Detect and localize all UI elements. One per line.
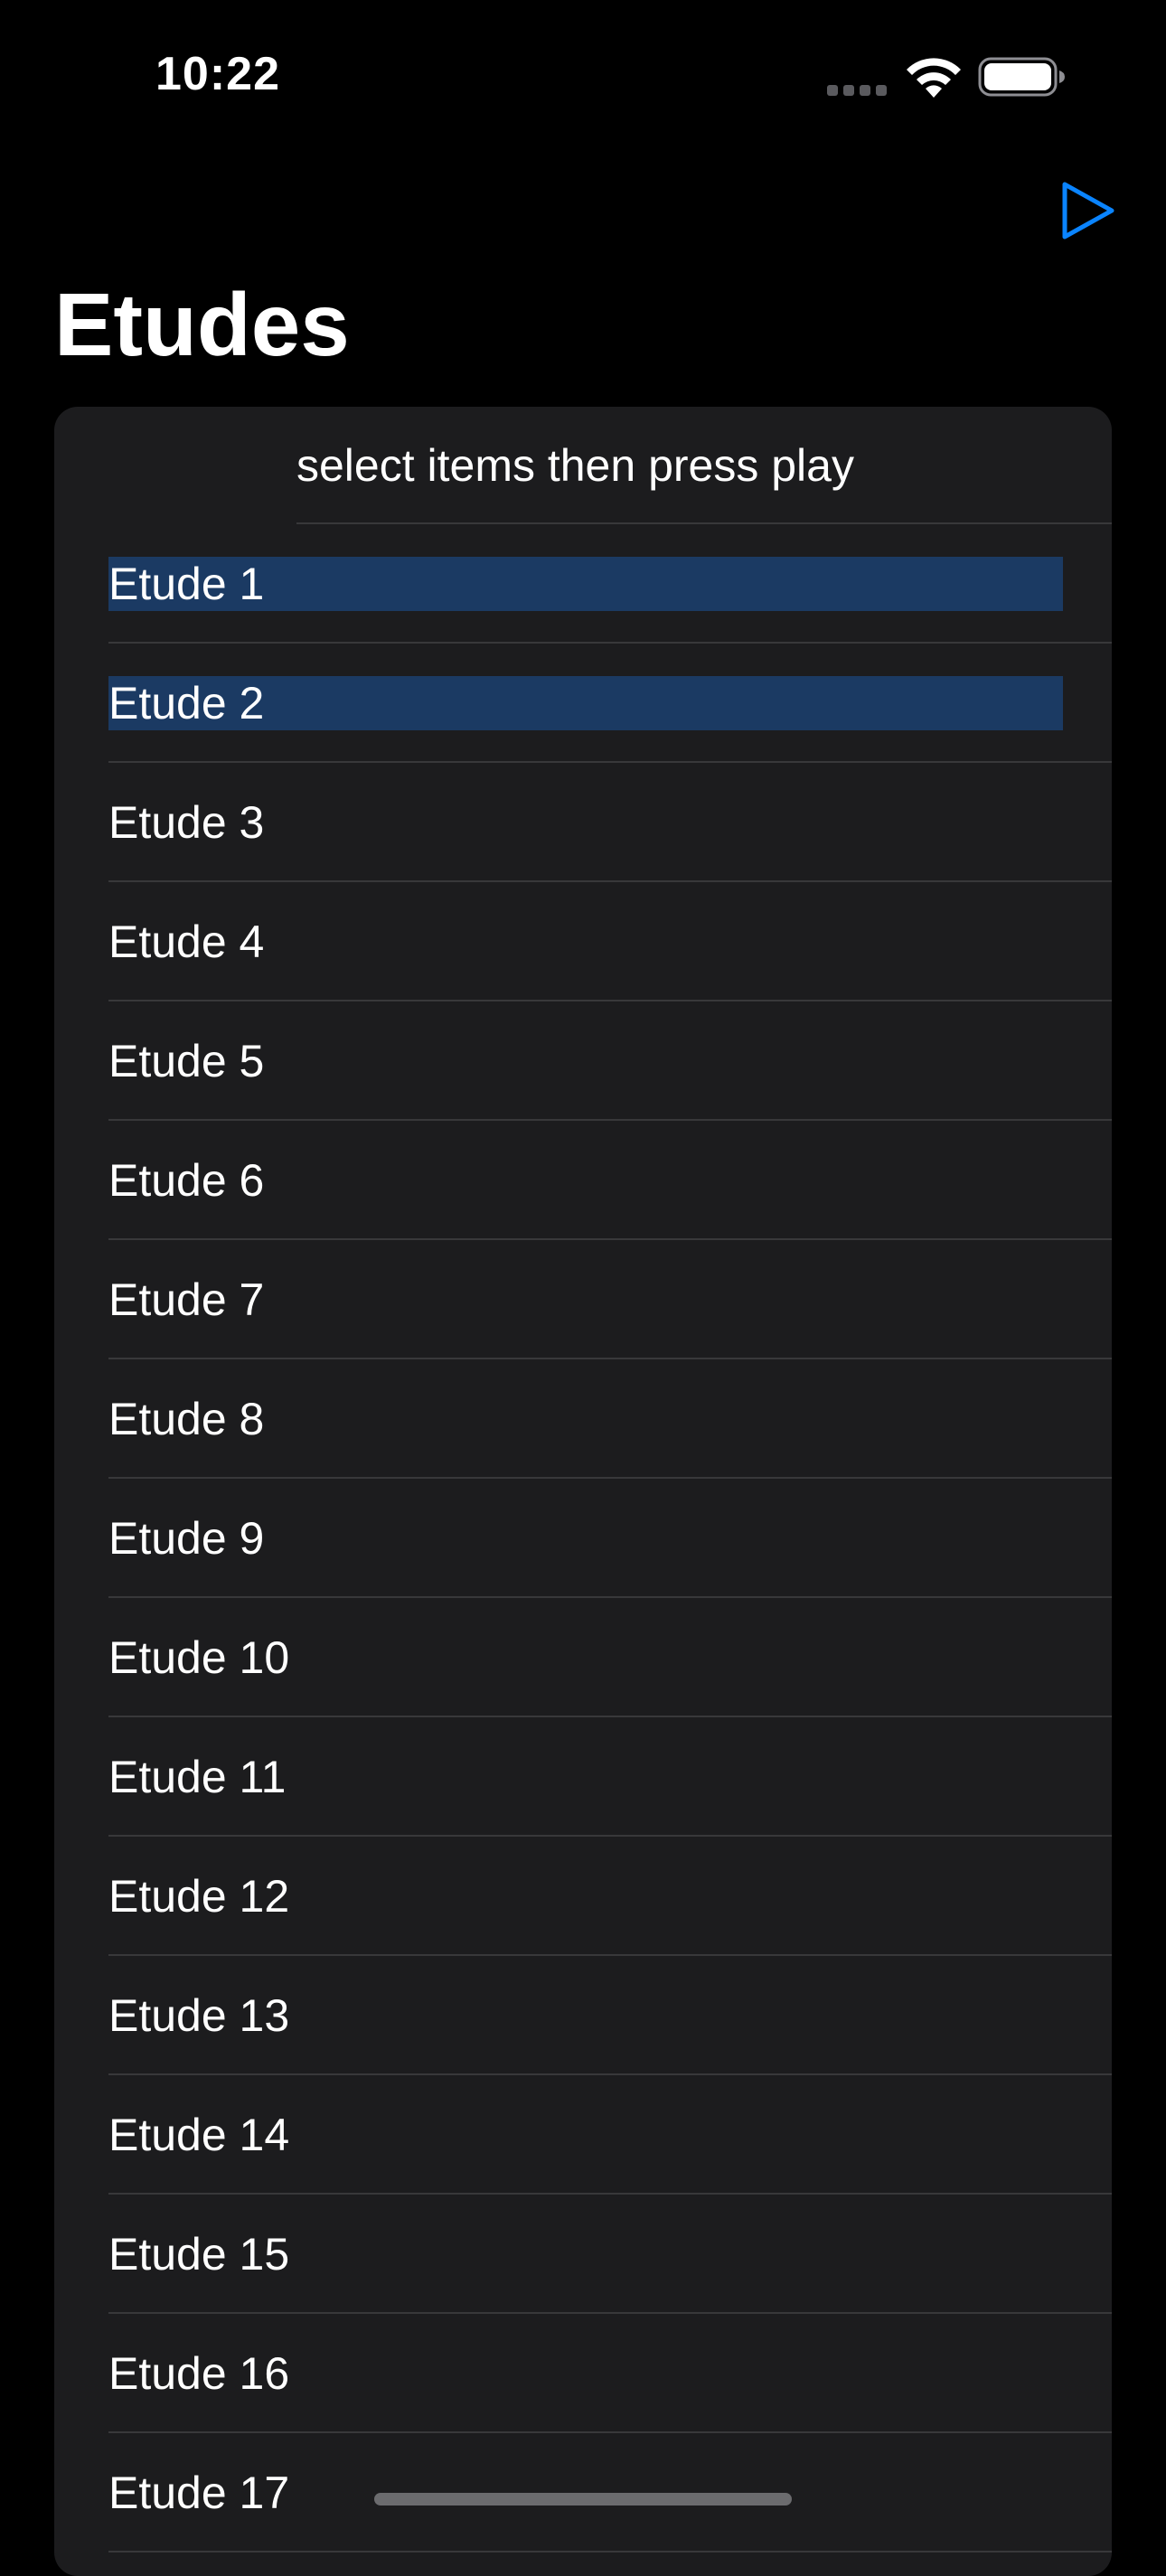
list-item-label: Etude 2: [108, 676, 1063, 730]
home-indicator[interactable]: [374, 2493, 792, 2505]
list-item-label: Etude 1: [108, 557, 1063, 611]
list-item[interactable]: Etude 1: [54, 524, 1112, 644]
play-button[interactable]: [1059, 179, 1117, 242]
battery-icon: [978, 57, 1065, 97]
status-time: 10:22: [155, 48, 280, 100]
list-item-label: Etude 17: [108, 2468, 290, 2518]
list-item-label: Etude 16: [108, 2348, 290, 2399]
list-item-label: Etude 9: [108, 1513, 265, 1564]
list-item-label: Etude 13: [108, 1990, 290, 2041]
play-icon: [1062, 182, 1114, 240]
list-item-label: Etude 8: [108, 1394, 265, 1444]
list-item-label: Etude 11: [108, 1752, 287, 1802]
list-item[interactable]: Etude 12: [54, 1837, 1112, 1956]
list-item-label: Etude 6: [108, 1155, 265, 1206]
list-item[interactable]: Etude 11: [54, 1717, 1112, 1837]
list-item[interactable]: Etude 6: [54, 1121, 1112, 1240]
navigation-bar: Etudes: [0, 154, 1166, 407]
list-rows: Etude 1 Etude 2 Etude 3 Etude 4 Etude 5 Etude…: [54, 524, 1112, 2552]
list-item[interactable]: Etude 9: [54, 1479, 1112, 1598]
list-item-label: Etude 12: [108, 1871, 290, 1922]
list-item[interactable]: Etude 14: [54, 2075, 1112, 2195]
etude-list: select items then press play Etude 1 Etud…: [54, 407, 1112, 2576]
page-title: Etudes: [54, 275, 350, 374]
list-item-label: Etude 10: [108, 1632, 290, 1683]
list-item[interactable]: Etude 2: [54, 644, 1112, 763]
list-item[interactable]: Etude 5: [54, 1001, 1112, 1121]
list-item[interactable]: Etude 7: [54, 1240, 1112, 1359]
list-item[interactable]: Etude 13: [54, 1956, 1112, 2075]
status-bar: 10:22: [0, 0, 1166, 154]
list-item[interactable]: Etude 4: [54, 882, 1112, 1001]
list-header-text: select items then press play: [296, 440, 854, 491]
list-item[interactable]: Etude 10: [54, 1598, 1112, 1717]
cellular-signal-icon: [827, 85, 887, 98]
list-item-label: Etude 5: [108, 1036, 265, 1086]
list-item[interactable]: Etude 15: [54, 2195, 1112, 2314]
list-header: select items then press play: [54, 407, 1112, 524]
list-item-label: Etude 4: [108, 917, 265, 967]
list-item[interactable]: Etude 3: [54, 763, 1112, 882]
list-item[interactable]: Etude 16: [54, 2314, 1112, 2433]
list-item-label: Etude 14: [108, 2110, 290, 2160]
list-item-label: Etude 15: [108, 2229, 290, 2280]
divider: [108, 2551, 1112, 2552]
list-item[interactable]: Etude 8: [54, 1359, 1112, 1479]
list-item-label: Etude 7: [108, 1274, 265, 1325]
list-item-label: Etude 3: [108, 797, 265, 848]
wifi-icon: [907, 58, 961, 98]
